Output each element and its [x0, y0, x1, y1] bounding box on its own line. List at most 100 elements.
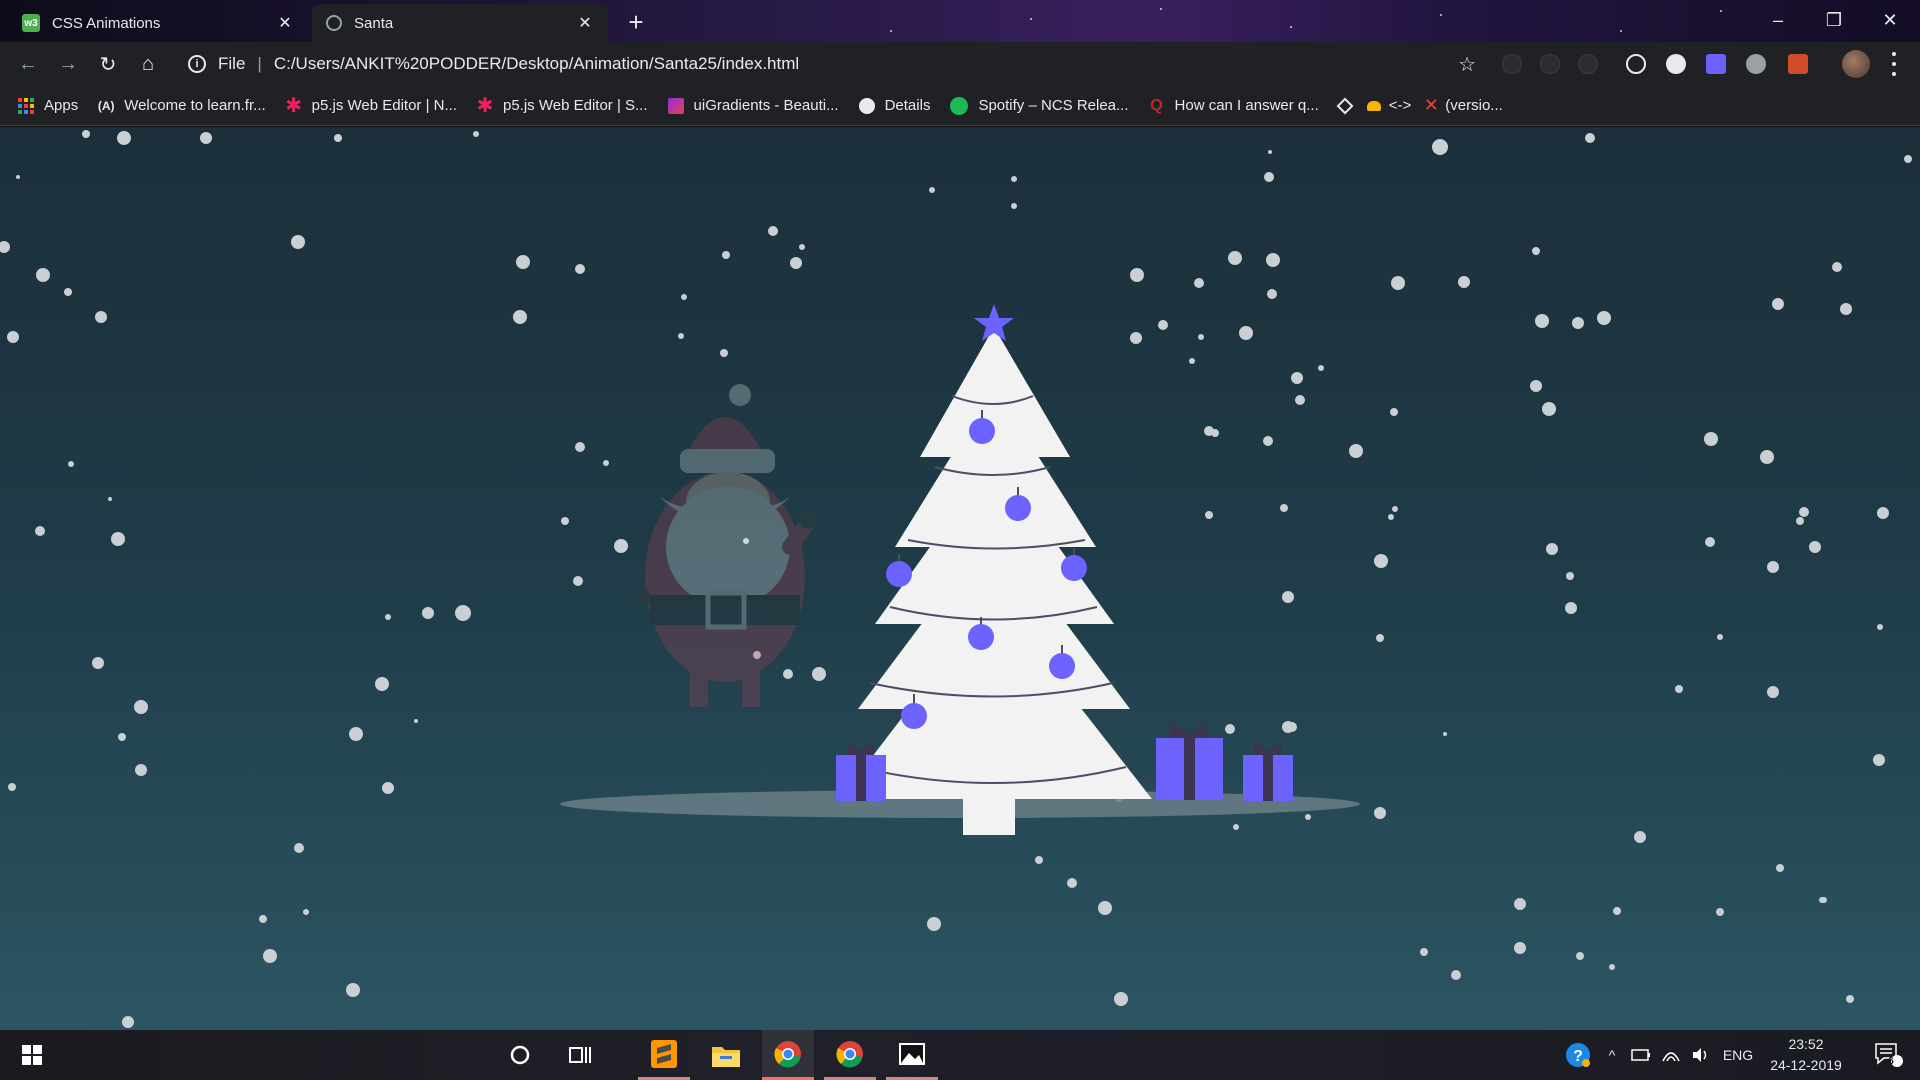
bookmark-label: p5.js Web Editor | S...	[503, 97, 648, 114]
quora-icon: Q	[1150, 96, 1163, 114]
minimize-button[interactable]: –	[1750, 0, 1806, 40]
notification-count: 6	[1888, 1056, 1894, 1067]
bookmark-label: (versio...	[1445, 97, 1503, 114]
tab-title: Santa	[354, 14, 394, 32]
url-text[interactable]: C:/Users/ANKIT%20PODDER/Desktop/Animatio…	[274, 54, 799, 74]
sublime-text-icon	[651, 1039, 677, 1068]
spotify-icon	[950, 96, 969, 115]
decor-star	[1720, 10, 1722, 12]
home-button[interactable]: ⌂	[134, 50, 162, 78]
hat-icon	[1366, 100, 1381, 111]
p5js-icon: ✱	[476, 95, 494, 117]
bookmark-quora[interactable]: Q How can I answer q...	[1149, 96, 1318, 115]
extension-icon[interactable]	[1502, 54, 1522, 74]
browser-toolbar: ← → ↻ ⌂ i File | C:/Users/ANKIT%20PODDER…	[0, 42, 1920, 86]
info-icon[interactable]: i	[188, 55, 206, 73]
close-window-button[interactable]: ✕	[1862, 0, 1918, 40]
decor-star	[1620, 30, 1622, 32]
bookmark-p5js-1[interactable]: ✱ p5.js Web Editor | N...	[285, 95, 457, 117]
action-center-button[interactable]: 6	[1866, 1030, 1912, 1080]
maximize-button[interactable]: ❐	[1806, 0, 1862, 40]
speedometer-icon[interactable]	[1626, 54, 1646, 74]
freecodecamp-icon: (A)	[97, 98, 115, 113]
new-tab-button[interactable]: +	[622, 8, 650, 36]
close-icon[interactable]: ✕	[576, 14, 594, 32]
christmas-tree	[840, 304, 1152, 835]
clock[interactable]: 23:52 24-12-2019	[1756, 1034, 1856, 1076]
url-scheme: File	[218, 54, 246, 73]
christmas-scene	[0, 130, 1912, 1028]
clock-date: 24-12-2019	[1770, 1057, 1842, 1073]
bookmark-star-icon[interactable]: ☆	[1458, 52, 1476, 77]
avatar[interactable]	[1842, 50, 1870, 78]
decor-star	[890, 30, 892, 32]
p5js-icon: ✱	[285, 95, 303, 117]
url-separator: |	[257, 54, 262, 73]
svg-text:?: ?	[1573, 1048, 1583, 1065]
globe-icon	[858, 97, 875, 114]
decor-star	[1440, 14, 1442, 16]
wifi-icon[interactable]	[1658, 1030, 1684, 1080]
extension-m-icon[interactable]	[1706, 54, 1726, 74]
browser-title-bar: w3 CSS Animations ✕ Santa ✕ + – ❐ ✕	[0, 0, 1920, 42]
folder-icon	[712, 1047, 740, 1067]
address-bar[interactable]: i File | C:/Users/ANKIT%20PODDER/Desktop…	[176, 48, 1488, 80]
photos-icon	[899, 1042, 925, 1065]
task-view-icon	[569, 1047, 591, 1063]
bookmark-label: Details	[884, 97, 931, 114]
bookmark-uigradients[interactable]: uiGradients - Beauti...	[667, 97, 839, 114]
cloud-icon[interactable]	[1746, 54, 1766, 74]
bookmark-codepen[interactable]	[1336, 97, 1355, 114]
gift-right	[1243, 743, 1293, 801]
globe-icon	[326, 15, 342, 31]
extension-icon[interactable]	[1578, 54, 1598, 74]
w3schools-icon: w3	[22, 14, 40, 32]
decor-star	[1160, 8, 1162, 10]
sublime-text-taskbar-button[interactable]	[638, 1030, 690, 1080]
volume-icon[interactable]	[1688, 1030, 1714, 1080]
bookmark-label: Spotify – NCS Relea...	[978, 97, 1129, 114]
apps-grid-icon	[18, 97, 34, 114]
battery-icon[interactable]	[1628, 1030, 1654, 1080]
start-button[interactable]	[4, 1030, 60, 1080]
file-explorer-taskbar-button[interactable]	[700, 1030, 752, 1080]
help-icon[interactable]: ?	[1560, 1030, 1596, 1080]
gift-middle	[1156, 724, 1223, 800]
bookmarks-bar: Apps (A) Welcome to learn.fr... ✱ p5.js …	[0, 86, 1920, 126]
tab-santa[interactable]: Santa ✕	[312, 4, 608, 42]
chevron-up-icon[interactable]: ^	[1600, 1030, 1624, 1080]
reload-button[interactable]: ↻	[94, 50, 122, 78]
tab-title: CSS Animations	[52, 14, 161, 32]
close-icon[interactable]: ✕	[276, 14, 294, 32]
windows-taskbar: ? ^ ENG 23:52 24-12-2019 6	[0, 1030, 1920, 1080]
uigradients-icon	[667, 97, 684, 114]
bookmark-p5js-2[interactable]: ✱ p5.js Web Editor | S...	[476, 95, 648, 117]
tab-css-animations[interactable]: w3 CSS Animations ✕	[8, 4, 308, 42]
bookmark-spotify[interactable]: Spotify – NCS Relea...	[950, 96, 1129, 115]
bookmark-arrows[interactable]: <->	[1366, 97, 1411, 114]
photos-taskbar-button[interactable]	[886, 1030, 938, 1080]
santa-figure	[633, 384, 817, 707]
bookmark-label: Welcome to learn.fr...	[124, 97, 266, 114]
bookmark-version[interactable]: ✕ (versio...	[1423, 95, 1503, 115]
task-view-button[interactable]	[554, 1030, 606, 1080]
chrome-taskbar-button-active[interactable]	[762, 1030, 814, 1080]
chrome-taskbar-button[interactable]	[824, 1030, 876, 1080]
decor-star	[1030, 18, 1032, 20]
bookmark-apps[interactable]: Apps	[18, 97, 78, 114]
menu-icon[interactable]	[1886, 52, 1902, 76]
bookmark-details[interactable]: Details	[858, 97, 931, 114]
cortana-button[interactable]	[494, 1030, 546, 1080]
bookmark-label: p5.js Web Editor | N...	[311, 97, 457, 114]
bookmark-label: uiGradients - Beauti...	[693, 97, 839, 114]
decor-star	[1290, 26, 1292, 28]
language-indicator[interactable]: ENG	[1718, 1030, 1758, 1080]
back-button[interactable]: ←	[14, 50, 42, 78]
bookmark-freecodecamp[interactable]: (A) Welcome to learn.fr...	[97, 97, 266, 114]
extension-icon[interactable]	[1540, 54, 1560, 74]
codepen-icon	[1336, 97, 1354, 114]
info-circle-icon[interactable]	[1666, 54, 1686, 74]
eyedropper-icon[interactable]	[1788, 54, 1808, 74]
chrome-icon	[774, 1040, 801, 1067]
forward-button[interactable]: →	[54, 50, 82, 78]
